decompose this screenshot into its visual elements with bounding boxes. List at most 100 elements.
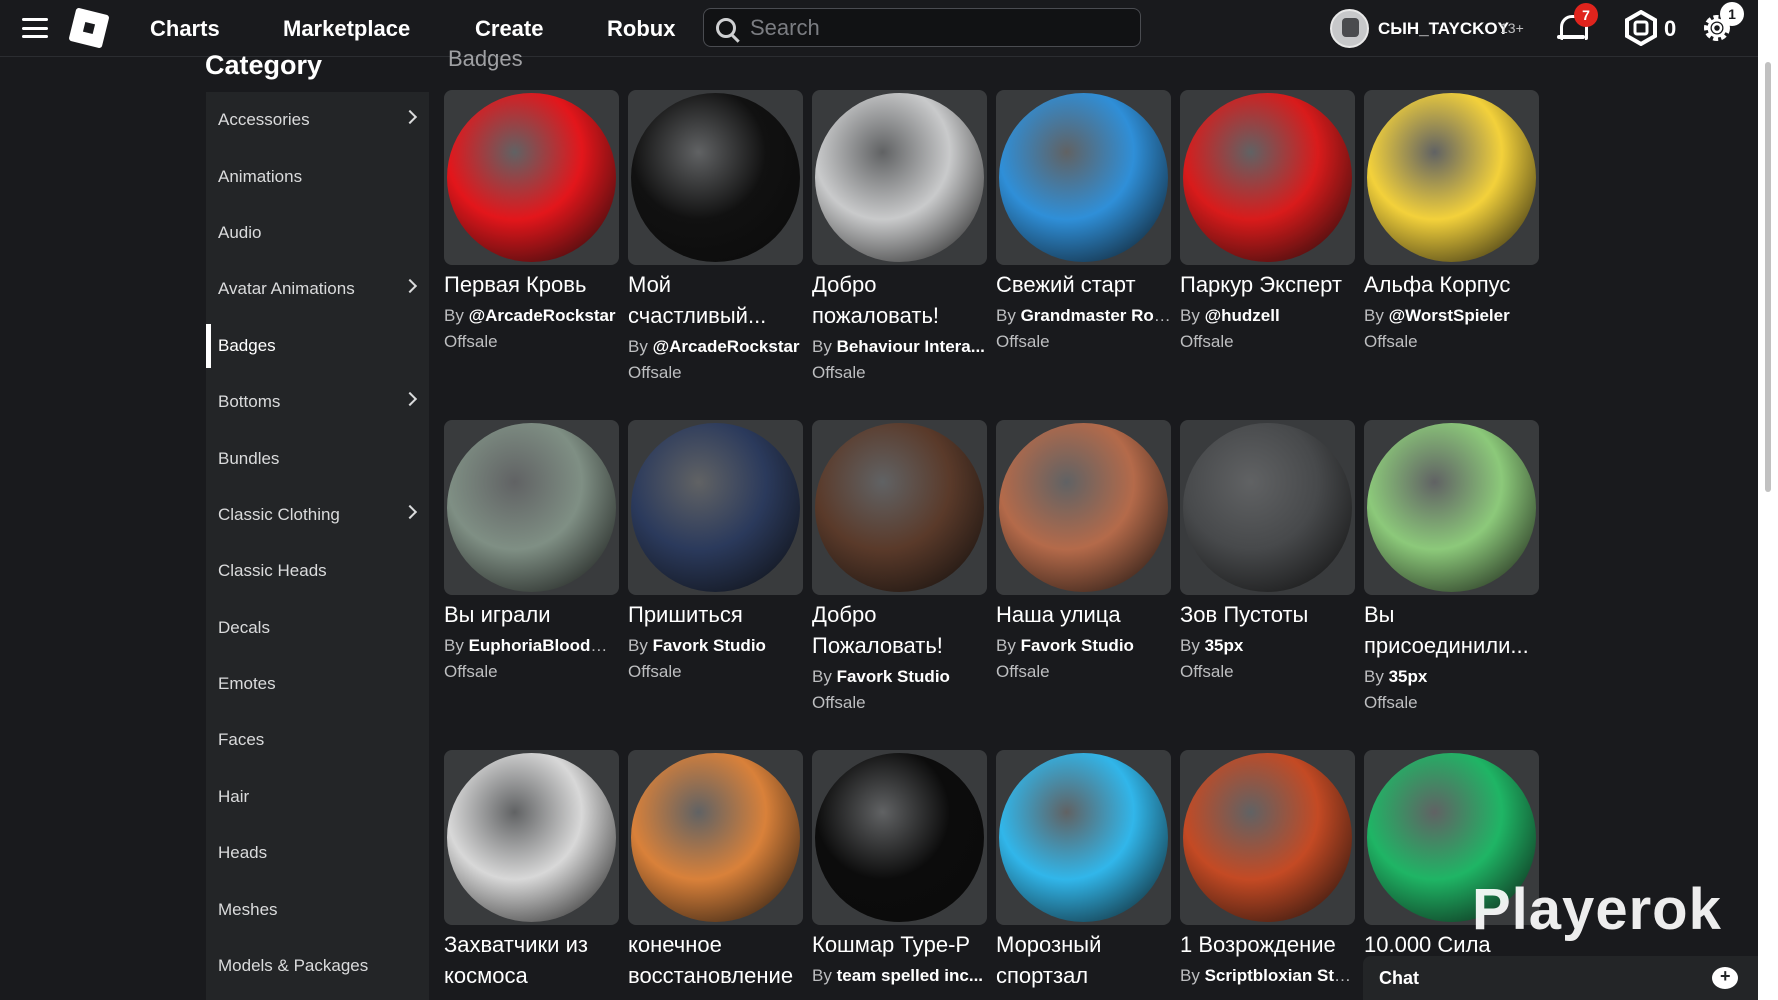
avatar[interactable]: [1330, 9, 1369, 48]
badge-creator-link[interactable]: Grandmaster Roo...: [1021, 306, 1171, 325]
badge-card[interactable]: Добро пожаловать! By Behaviour Intera... O…: [812, 90, 987, 383]
badge-thumbnail[interactable]: [444, 90, 619, 265]
sidebar-item-models-packages[interactable]: Models & Packages: [206, 938, 429, 994]
sidebar-item-label: Decals: [218, 617, 270, 637]
username[interactable]: CЫН_TAYCKOY: [1378, 19, 1509, 39]
menu-icon[interactable]: [22, 18, 48, 38]
badge-card[interactable]: Вы играли By EuphoriaBloodRa... Offsale: [444, 420, 619, 682]
badge-thumbnail[interactable]: [1180, 420, 1355, 595]
badge-title[interactable]: Добро Пожаловать!: [812, 599, 987, 661]
badge-thumbnail[interactable]: [812, 420, 987, 595]
roblox-logo-icon[interactable]: [68, 7, 110, 49]
badge-title[interactable]: Захватчики из космоса: [444, 929, 619, 991]
by-prefix: By: [444, 306, 464, 325]
badge-creator-link[interactable]: Favork Studio: [653, 636, 766, 655]
badge-card[interactable]: 1 Возрождение By Scriptbloxian Stu...: [1180, 750, 1355, 986]
badge-title[interactable]: Наша улица: [996, 599, 1171, 630]
badge-title[interactable]: 1 Возрождение: [1180, 929, 1355, 960]
badge-card[interactable]: Паркур Эксперт By @hudzell Offsale: [1180, 90, 1355, 352]
badge-thumbnail[interactable]: [812, 750, 987, 925]
badge-thumbnail[interactable]: [996, 90, 1171, 265]
badge-card[interactable]: Морозный спортзал: [996, 750, 1171, 991]
category-sidebar: Accessories Animations Audio Avatar Animati…: [206, 92, 429, 1000]
badge-thumbnail[interactable]: [628, 750, 803, 925]
badge-thumbnail[interactable]: [1364, 90, 1539, 265]
restroom-2-icon: [815, 93, 984, 262]
badge-creator-link[interactable]: Favork Studio: [837, 667, 950, 686]
badge-title[interactable]: Первая Кровь: [444, 269, 619, 300]
badge-title[interactable]: Морозный спортзал: [996, 929, 1171, 991]
nav-create-link[interactable]: Create: [475, 16, 543, 42]
badge-title[interactable]: Паркур Эксперт: [1180, 269, 1355, 300]
badge-thumbnail[interactable]: [1180, 750, 1355, 925]
badge-creator-link[interactable]: 35px: [1205, 636, 1244, 655]
badge-title[interactable]: Зов Пустоты: [1180, 599, 1355, 630]
sidebar-item-accessories[interactable]: Accessories: [206, 92, 429, 148]
robux-icon[interactable]: [1623, 10, 1659, 46]
badge-card[interactable]: Свежий старт By Grandmaster Roo... Offsale: [996, 90, 1171, 352]
sidebar-item-avatar-animations[interactable]: Avatar Animations: [206, 261, 429, 317]
badge-thumbnail[interactable]: [628, 90, 803, 265]
sidebar-item-hair[interactable]: Hair: [206, 769, 429, 825]
badge-creator-link[interactable]: Scriptbloxian Stu...: [1205, 966, 1355, 985]
badge-creator-link[interactable]: @hudzell: [1205, 306, 1280, 325]
badge-title[interactable]: Добро пожаловать!: [812, 269, 987, 331]
badge-card[interactable]: конечное восстановление: [628, 750, 803, 991]
badge-card[interactable]: Альфа Корпус By @WorstSpieler Offsale: [1364, 90, 1539, 352]
sidebar-item-audio[interactable]: Audio: [206, 205, 429, 261]
badge-title[interactable]: Пришиться: [628, 599, 803, 630]
badge-card[interactable]: Мой счастливый... By @ArcadeRockstar Offsa…: [628, 90, 803, 383]
badge-title[interactable]: Вы играли: [444, 599, 619, 630]
badge-title[interactable]: Мой счастливый...: [628, 269, 803, 331]
badge-thumbnail[interactable]: [628, 420, 803, 595]
search-box[interactable]: [703, 8, 1141, 47]
scrollbar-thumb[interactable]: [1765, 62, 1771, 492]
badge-price: Offsale: [1364, 332, 1418, 351]
badge-thumbnail[interactable]: [444, 750, 619, 925]
badge-title[interactable]: Альфа Корпус: [1364, 269, 1539, 300]
badge-card[interactable]: Добро Пожаловать! By Favork Studio Offsale: [812, 420, 987, 713]
sidebar-item-emotes[interactable]: Emotes: [206, 656, 429, 712]
badge-creator-link[interactable]: 35px: [1389, 667, 1428, 686]
badge-card[interactable]: Кошмар Type-P By team spelled inc...: [812, 750, 987, 986]
badge-thumbnail[interactable]: [444, 420, 619, 595]
badge-creator-link[interactable]: EuphoriaBloodRa...: [469, 636, 619, 655]
badge-title[interactable]: Кошмар Type-P: [812, 929, 987, 960]
badge-card[interactable]: Зов Пустоты By 35px Offsale: [1180, 420, 1355, 682]
search-input[interactable]: [750, 14, 1110, 41]
sidebar-item-faces[interactable]: Faces: [206, 712, 429, 768]
badge-title[interactable]: Свежий старт: [996, 269, 1171, 300]
badge-card[interactable]: Захватчики из космоса: [444, 750, 619, 991]
badge-title[interactable]: конечное восстановление: [628, 929, 803, 991]
badge-creator-link[interactable]: team spelled inc...: [837, 966, 983, 985]
badge-card[interactable]: Пришиться By Favork Studio Offsale: [628, 420, 803, 682]
sidebar-item-decals[interactable]: Decals: [206, 600, 429, 656]
badge-card[interactable]: Вы присоединили... By 35px Offsale: [1364, 420, 1539, 713]
badge-title[interactable]: Вы присоединили...: [1364, 599, 1539, 661]
badge-thumbnail[interactable]: [812, 90, 987, 265]
nav-charts-link[interactable]: Charts: [150, 16, 220, 42]
badge-creator-link[interactable]: @ArcadeRockstar: [653, 337, 800, 356]
sidebar-item-classic-heads[interactable]: Classic Heads: [206, 543, 429, 599]
sidebar-item-classic-clothing[interactable]: Classic Clothing: [206, 487, 429, 543]
badge-thumbnail[interactable]: [1364, 420, 1539, 595]
badge-thumbnail[interactable]: [1180, 90, 1355, 265]
sidebar-item-meshes[interactable]: Meshes: [206, 881, 429, 937]
badge-card[interactable]: Наша улица By Favork Studio Offsale: [996, 420, 1171, 682]
chat-bar[interactable]: Chat: [1363, 956, 1758, 1000]
badge-creator-link[interactable]: @WorstSpieler: [1389, 306, 1510, 325]
nav-robux-link[interactable]: Robux: [607, 16, 675, 42]
sidebar-item-heads[interactable]: Heads: [206, 825, 429, 881]
sidebar-item-badges[interactable]: Badges: [206, 318, 429, 374]
badge-creator-link[interactable]: Favork Studio: [1021, 636, 1134, 655]
badge-creator-link[interactable]: Behaviour Intera...: [837, 337, 985, 356]
badge-creator-link[interactable]: @ArcadeRockstar: [469, 306, 616, 325]
badge-card[interactable]: Первая Кровь By @ArcadeRockstar Offsale: [444, 90, 619, 352]
sidebar-item-bundles[interactable]: Bundles: [206, 430, 429, 486]
sidebar-item-animations[interactable]: Animations: [206, 148, 429, 204]
new-chat-icon[interactable]: [1712, 966, 1738, 989]
sidebar-item-bottoms[interactable]: Bottoms: [206, 374, 429, 430]
nav-marketplace-link[interactable]: Marketplace: [283, 16, 410, 42]
badge-thumbnail[interactable]: [996, 420, 1171, 595]
badge-thumbnail[interactable]: [996, 750, 1171, 925]
